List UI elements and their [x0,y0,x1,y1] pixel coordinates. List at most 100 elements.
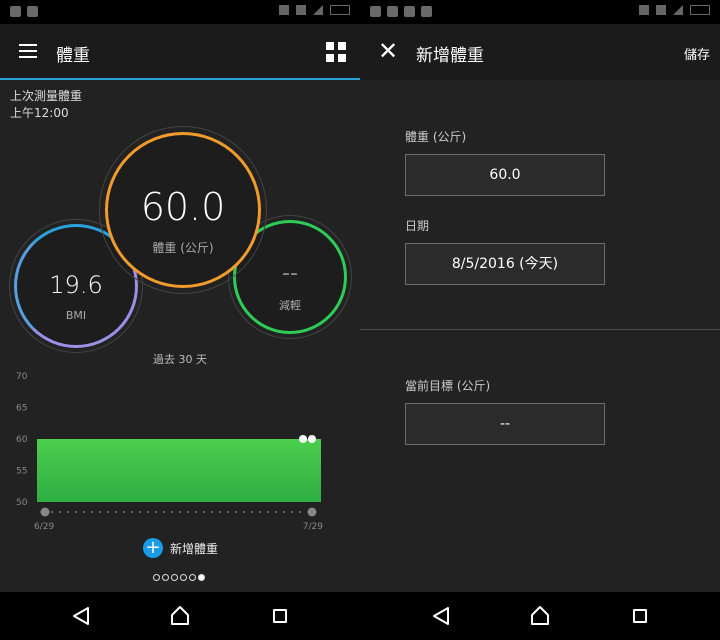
axis-dot [179,511,181,513]
loss-label: 減輕 [279,299,301,312]
axis-dot [147,511,149,513]
axis-dot [243,511,245,513]
hamburger-icon[interactable] [19,44,37,58]
last-measurement-time: 上午12:00 [10,106,69,120]
axis-dot [235,511,237,513]
axis-dot [51,511,53,513]
navigation-bar [0,592,360,640]
app-bar: 體重 [0,24,360,80]
weight-field-label: 體重 (公斤) [405,130,467,144]
axis-dot [219,511,221,513]
axis-dot [107,511,109,513]
page-title: 新增體重 [416,46,484,66]
page-dot [162,574,169,581]
bmi-label: BMI [65,309,87,322]
weight-label: 體重 (公斤) [152,241,214,255]
page-title: 體重 [56,46,90,66]
y-tick-label: 65 [16,404,27,414]
app-bar: ✕ 新增體重 儲存 [360,24,720,80]
x-tick-label: 7/29 [303,522,323,532]
notification-icon [404,6,415,17]
notification-icon [370,6,381,17]
back-triangle-icon[interactable] [432,606,450,626]
signal-icon [279,5,289,15]
weight-overview-screen: 體重 上次測量體重 上午12:00 19.6 BMI -- 減輕 60.0 體重… [0,0,360,640]
bmi-value: 19.6 [49,271,103,299]
weight-chart: 70 65 60 55 50 6/29 7/29 [16,372,323,532]
wifi-icon [656,5,666,15]
period-label: 過去 30 天 [153,353,207,366]
system-status-icons [639,5,710,15]
navigation-bar [360,592,720,640]
notification-icons [10,6,38,17]
status-bar [360,0,720,24]
data-point [299,435,307,443]
last-measurement-label: 上次測量體重 [10,89,83,103]
axis-dot [91,511,93,513]
axis-dot [99,511,101,513]
last-measurement: 上次測量體重 上午12:00 [10,88,82,122]
battery-icon [690,5,710,15]
range-end-handle[interactable] [307,507,317,517]
divider [360,329,720,330]
y-tick-label: 50 [16,498,28,508]
y-tick-label: 70 [16,372,28,382]
add-weight-button[interactable]: + 新增體重 [143,538,218,558]
notification-icon [10,6,21,17]
axis-dot [155,511,157,513]
axis-dot [131,511,133,513]
close-icon[interactable]: ✕ [378,38,398,64]
add-weight-screen: ✕ 新增體重 儲存 體重 (公斤) 60.0 日期 8/5/2016 (今天) … [360,0,720,640]
date-field[interactable]: 8/5/2016 (今天) [405,243,605,285]
loss-value: -- [282,261,298,286]
notification-icon [387,6,398,17]
notification-icon [27,6,38,17]
home-icon[interactable] [170,605,190,625]
weight-value: 60.0 [140,185,226,229]
cell-icon [313,5,323,15]
page-dot [198,574,205,581]
weight-field[interactable]: 60.0 [405,154,605,196]
axis-dot [251,511,253,513]
grid-icon[interactable] [326,42,346,62]
page-dot [189,574,196,581]
notification-icon [421,6,432,17]
home-icon[interactable] [530,605,550,625]
page-indicator [153,574,205,581]
page-dot [180,574,187,581]
plus-icon: + [143,538,163,558]
recent-square-icon[interactable] [273,609,287,623]
axis-dot [123,511,125,513]
axis-dot [163,511,165,513]
y-tick-label: 60 [16,435,28,445]
axis-dot [211,511,213,513]
back-triangle-icon[interactable] [72,606,90,626]
axis-dot [283,511,285,513]
cell-icon [673,5,683,15]
page-dot [171,574,178,581]
axis-dot [291,511,293,513]
axis-dot [187,511,189,513]
axis-dot [139,511,141,513]
save-button[interactable]: 儲存 [684,44,710,63]
signal-icon [639,5,649,15]
add-weight-label: 新增體重 [170,541,219,556]
goal-field-label: 當前目標 (公斤) [405,379,491,393]
range-start-handle[interactable] [40,507,50,517]
system-status-icons [279,5,350,15]
date-field-label: 日期 [405,219,430,233]
status-bar [0,0,360,24]
page-dot [153,574,160,581]
axis-dot [227,511,229,513]
axis-dot [195,511,197,513]
axis-dot [83,511,85,513]
axis-dot [267,511,269,513]
recent-square-icon[interactable] [633,609,647,623]
x-tick-label: 6/29 [34,522,54,532]
weight-ring[interactable]: 60.0 體重 (公斤) [105,132,261,288]
wifi-icon [296,5,306,15]
y-tick-label: 55 [16,467,27,477]
axis-dot [259,511,261,513]
goal-field[interactable]: -- [405,403,605,445]
axis-dot [203,511,205,513]
